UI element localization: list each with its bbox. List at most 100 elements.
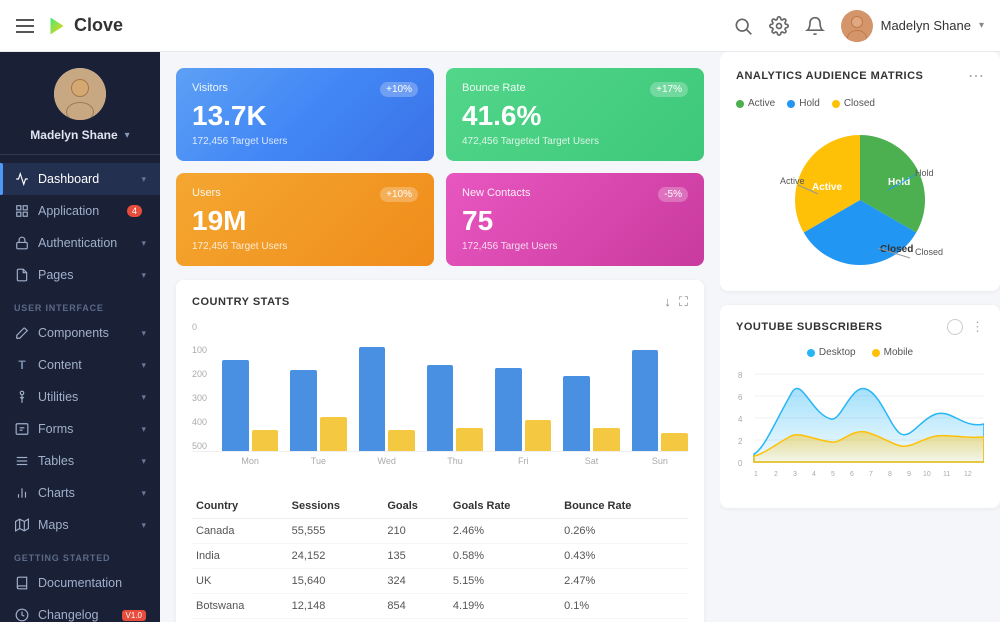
svg-text:6: 6 [738, 393, 743, 402]
bell-icon[interactable] [805, 16, 825, 36]
stat-card-bounce-header: Bounce Rate +17% [462, 82, 688, 97]
xlabel-tue: Tue [290, 456, 346, 466]
changelog-icon [14, 607, 30, 622]
table-cell-r1c4: 0.43% [560, 543, 688, 568]
changelog-version-badge: V1.0 [122, 610, 146, 621]
table-cell-r2c3: 5.15% [449, 568, 560, 593]
xlabel-sun: Sun [632, 456, 688, 466]
sidebar-label-tables: Tables [38, 454, 141, 468]
topnav-left: Clove [16, 15, 123, 37]
user-area[interactable]: Madelyn Shane ▾ [841, 10, 984, 42]
yt-desktop-dot [807, 349, 815, 357]
yt-legend-desktop: Desktop [807, 347, 856, 358]
forms-icon [14, 421, 30, 437]
table-cell-r2c4: 2.47% [560, 568, 688, 593]
svg-text:2: 2 [738, 437, 743, 446]
sidebar-label-forms: Forms [38, 422, 141, 436]
yt-more-icon[interactable]: ⋮ [971, 319, 984, 335]
sidebar-item-forms[interactable]: Forms ▾ [0, 413, 160, 445]
user-avatar-top [841, 10, 873, 42]
sidebar-item-dashboard[interactable]: Dashboard ▾ [0, 163, 160, 195]
hamburger-button[interactable] [16, 19, 34, 33]
svg-text:0: 0 [738, 459, 743, 468]
table-cell-r0c4: 0.26% [560, 518, 688, 543]
bar-yellow-fri [525, 420, 552, 451]
legend-hold-dot [787, 100, 795, 108]
auth-arrow: ▾ [141, 238, 146, 249]
sidebar-item-tables[interactable]: Tables ▾ [0, 445, 160, 477]
table-cell-r3c1: 12,148 [288, 593, 384, 618]
topnav-right: Madelyn Shane ▾ [733, 10, 984, 42]
download-icon[interactable]: ↓ [664, 294, 671, 310]
sidebar-avatar-svg [54, 68, 106, 120]
youtube-header: YOUTUBE SUBSCRIBERS ⋮ [736, 319, 984, 335]
search-icon[interactable] [733, 16, 753, 36]
country-stats-table: CountrySessionsGoalsGoals RateBounce Rat… [192, 494, 688, 619]
analytics-more-icon[interactable]: ⋯ [968, 66, 984, 86]
forms-arrow: ▾ [141, 424, 146, 435]
table-cell-r3c4: 0.1% [560, 593, 688, 618]
stat-card-bounce: Bounce Rate +17% 41.6% 472,456 Targeted … [446, 68, 704, 161]
right-panel: ANALYTICS AUDIENCE MATRICS ⋯ Active Hold… [720, 52, 1000, 622]
sidebar-item-components[interactable]: Components ▾ [0, 317, 160, 349]
sidebar-item-documentation[interactable]: Documentation [0, 567, 160, 599]
pie-chart-svg: Active Hold Closed Hold Closed Active [760, 120, 960, 275]
table-row: India24,1521350.58%0.43% [192, 543, 688, 568]
bar-yellow-sun [661, 433, 688, 451]
layout: Madelyn Shane ▾ Dashboard ▾ Application … [0, 52, 1000, 622]
sidebar-label-dashboard: Dashboard [38, 172, 141, 186]
bar-group-sun [632, 350, 688, 451]
authentication-icon [14, 235, 30, 251]
bar-chart-container: 5004003002001000 MonTueWedThuFriSatSun [192, 322, 688, 482]
bar-chart-xlabels: MonTueWedThuFriSatSun [192, 456, 688, 466]
table-header-bounce-rate: Bounce Rate [560, 494, 688, 519]
sidebar-username-arrow: ▾ [125, 130, 130, 141]
table-cell-r0c2: 210 [383, 518, 449, 543]
expand-icon[interactable]: ⛶ [679, 294, 688, 310]
sidebar-item-authentication[interactable]: Authentication ▾ [0, 227, 160, 259]
stat-card-contacts-header: New Contacts -5% [462, 187, 688, 202]
sidebar-item-charts[interactable]: Charts ▾ [0, 477, 160, 509]
table-header-country: Country [192, 494, 288, 519]
svg-text:4: 4 [812, 471, 816, 478]
sidebar-item-content[interactable]: T Content ▾ [0, 349, 160, 381]
avatar-svg [841, 10, 873, 42]
xlabel-fri: Fri [495, 456, 551, 466]
legend-active: Active [736, 98, 775, 109]
dashboard-arrow: ▾ [141, 174, 146, 185]
sidebar-label-pages: Pages [38, 268, 141, 282]
table-cell-r1c3: 0.58% [449, 543, 560, 568]
pages-arrow: ▾ [141, 270, 146, 281]
sidebar-label-utilities: Utilities [38, 390, 141, 404]
sidebar-item-pages[interactable]: Pages ▾ [0, 259, 160, 291]
charts-arrow: ▾ [141, 488, 146, 499]
stat-card-contacts-value: 75 [462, 206, 688, 237]
svg-text:Hold: Hold [915, 168, 934, 178]
sidebar-label-changelog: Changelog [38, 608, 118, 622]
youtube-title: YOUTUBE SUBSCRIBERS [736, 321, 882, 333]
svg-text:11: 11 [943, 471, 950, 478]
stat-card-visitors-title: Visitors [192, 82, 228, 94]
country-stats-title: COUNTRY STATS [192, 296, 290, 308]
stat-card-contacts: New Contacts -5% 75 172,456 Target Users [446, 173, 704, 266]
stat-card-visitors-sub: 172,456 Target Users [192, 136, 418, 147]
yt-legend-mobile: Mobile [872, 347, 913, 358]
analytics-header: ANALYTICS AUDIENCE MATRICS ⋯ [736, 66, 984, 86]
sidebar-item-changelog[interactable]: Changelog V1.0 [0, 599, 160, 622]
stat-card-contacts-sub: 172,456 Target Users [462, 241, 688, 252]
legend-closed-dot [832, 100, 840, 108]
yt-desktop-label: Desktop [819, 347, 856, 358]
svg-text:2: 2 [774, 471, 778, 478]
stat-card-bounce-badge: +17% [650, 82, 688, 97]
sidebar-username: Madelyn Shane [30, 128, 117, 142]
sidebar-item-maps[interactable]: Maps ▾ [0, 509, 160, 541]
yt-circle-button[interactable] [947, 319, 963, 335]
stat-card-contacts-badge: -5% [658, 187, 688, 202]
svg-text:10: 10 [923, 471, 931, 478]
settings-icon[interactable] [769, 16, 789, 36]
sidebar-item-utilities[interactable]: Utilities ▾ [0, 381, 160, 413]
stat-card-visitors-badge: +10% [380, 82, 418, 97]
sidebar-item-application[interactable]: Application 4 [0, 195, 160, 227]
bar-blue-wed [359, 347, 386, 451]
stat-card-bounce-sub: 472,456 Targeted Target Users [462, 136, 688, 147]
